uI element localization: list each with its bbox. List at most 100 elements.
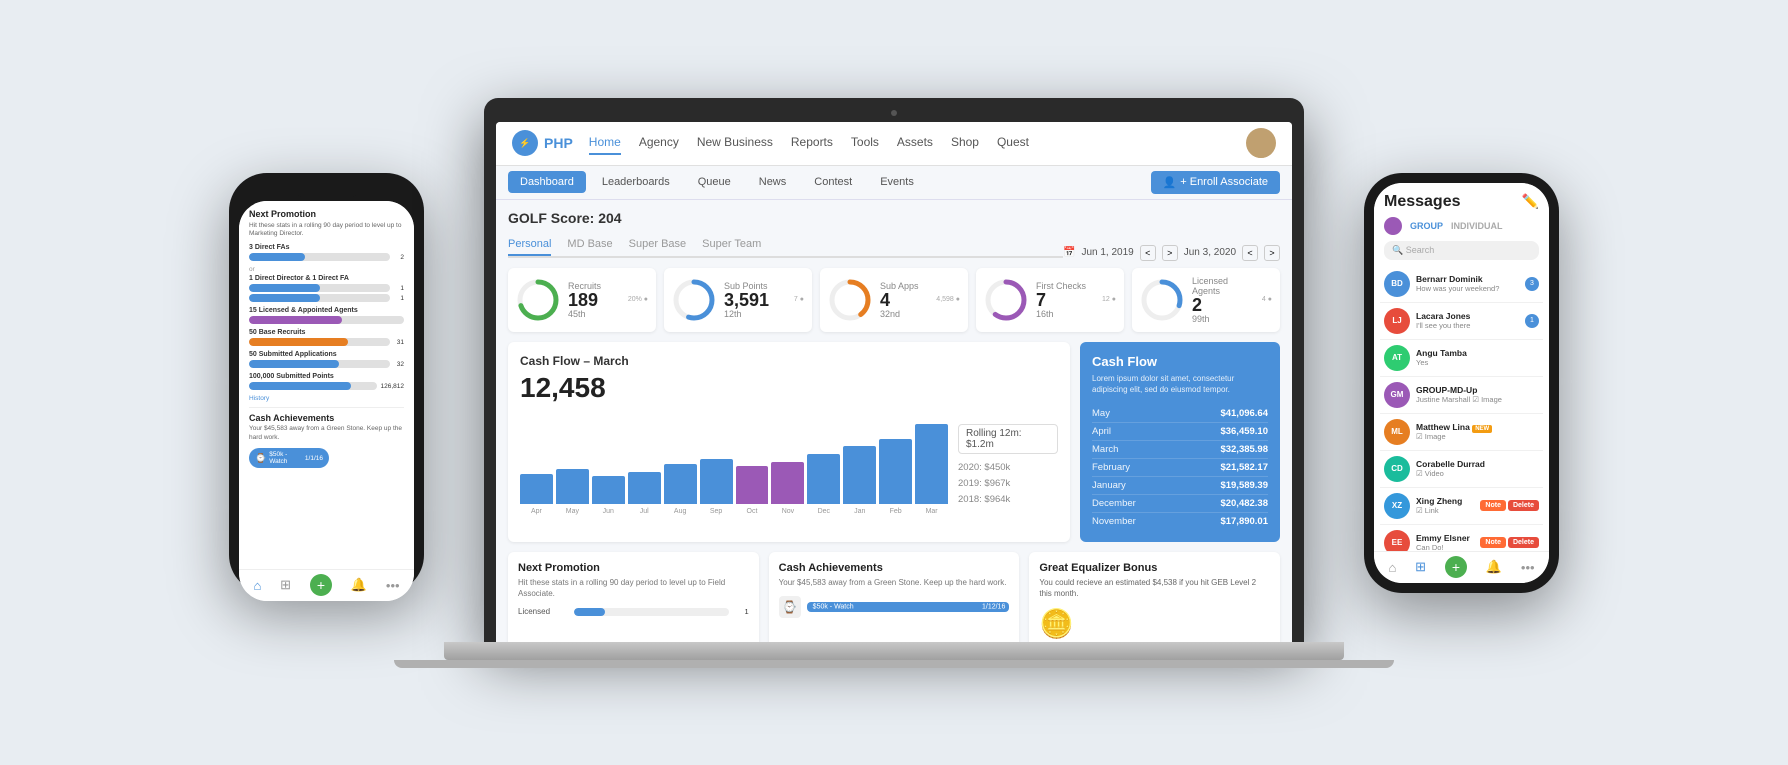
bar-label-dec: Dec: [807, 508, 840, 515]
xing-actions: Note Delete: [1480, 500, 1539, 511]
ca-title: Cash Achievements: [779, 562, 1010, 574]
search-bar[interactable]: 🔍 Search: [1384, 241, 1539, 260]
user-avatar[interactable]: [1246, 128, 1276, 158]
left-bottom-nav: ⌂ ⊞ + 🔔 •••: [239, 569, 414, 601]
msg-body-corabelle: Corabelle Durrad ☑ Video: [1416, 459, 1539, 478]
msg-item-emmy[interactable]: EE Emmy Elsner Can Do! Note Delete: [1380, 525, 1543, 551]
left-history-link[interactable]: History: [249, 395, 404, 402]
score-tab-superteam[interactable]: Super Team: [702, 238, 761, 256]
emmy-del-btn[interactable]: Delete: [1508, 537, 1539, 548]
msg-item-xing[interactable]: XZ Xing Zheng ☑ Link Note Delete: [1380, 488, 1543, 525]
licensedagents-info: Licensed Agents 2 99th: [1192, 276, 1254, 324]
geb-title: Great Equalizer Bonus: [1039, 562, 1270, 574]
left-promo-section-1: 3 Direct FAs 2: [249, 244, 404, 261]
score-tab-superbase[interactable]: Super Base: [629, 238, 686, 256]
bar-jan: [843, 446, 876, 504]
rolling-2018: 2018: $964k: [958, 492, 1058, 508]
subpoints-donut: [672, 278, 716, 322]
right-add-button[interactable]: +: [1445, 556, 1467, 578]
nav-tools[interactable]: Tools: [851, 131, 879, 155]
firstchecks-info: First Checks 7 16th: [1036, 281, 1094, 319]
golf-header-row: GOLF Score: 204: [508, 210, 1280, 232]
edit-icon[interactable]: ✏️: [1522, 193, 1539, 210]
left-promo-section-2: 1 Direct Director & 1 Direct FA 1 1: [249, 275, 404, 302]
right-more-icon[interactable]: •••: [1521, 560, 1535, 575]
recruits-target: 20% ●: [628, 296, 648, 303]
emmy-note-btn[interactable]: Note: [1480, 537, 1506, 548]
score-tab-personal[interactable]: Personal: [508, 238, 551, 256]
date-end-prev-btn[interactable]: <: [1242, 245, 1258, 261]
sub-tabs: Dashboard Leaderboards Queue News Contes…: [496, 166, 1292, 200]
cf-month-december: December: [1092, 498, 1136, 509]
subapps-info: Sub Apps 4 32nd: [880, 281, 928, 319]
left-home-icon[interactable]: ⌂: [253, 578, 261, 593]
tab-events[interactable]: Events: [868, 171, 926, 193]
left-bell-icon[interactable]: 🔔: [351, 577, 367, 593]
left-phone-content: Next Promotion Hit these stats in a roll…: [239, 201, 414, 569]
group-tab-group[interactable]: GROUP: [1410, 221, 1443, 231]
xing-del-btn[interactable]: Delete: [1508, 500, 1539, 511]
tab-dashboard[interactable]: Dashboard: [508, 171, 586, 193]
nav-agency[interactable]: Agency: [639, 131, 679, 155]
msg-preview-angu: Yes: [1416, 358, 1539, 367]
score-tab-mdbase[interactable]: MD Base: [567, 238, 612, 256]
tab-queue[interactable]: Queue: [686, 171, 743, 193]
left-promo-bar-fill-4: [249, 338, 348, 346]
date-nav: 📅 Jun 1, 2019 < > Jun 3, 2020 < >: [1063, 245, 1280, 261]
right-phone-screen: Messages ✏️ GROUP INDIVIDUAL 🔍 Search BD…: [1374, 183, 1549, 583]
cf-row-february: February $21,582.17: [1092, 459, 1268, 477]
ca-bar-label: $50k - Watch: [813, 604, 854, 611]
tab-contest[interactable]: Contest: [802, 171, 864, 193]
msg-item-angu[interactable]: AT Angu Tamba Yes: [1380, 340, 1543, 377]
tab-news[interactable]: News: [747, 171, 799, 193]
kpi-subpoints: Sub Points 3,591 12th 7 ●: [664, 268, 812, 332]
firstchecks-label: First Checks: [1036, 281, 1094, 291]
xing-note-btn[interactable]: Note: [1480, 500, 1506, 511]
right-grid-icon[interactable]: ⊞: [1415, 559, 1426, 575]
nav-quest[interactable]: Quest: [997, 131, 1029, 155]
tab-leaderboards[interactable]: Leaderboards: [590, 171, 682, 193]
msg-item-groupmd[interactable]: GM GROUP-MD-Up Justine Marshall ☑ Image: [1380, 377, 1543, 414]
left-grid-icon[interactable]: ⊞: [280, 577, 291, 593]
nav-reports[interactable]: Reports: [791, 131, 833, 155]
date-prev-btn[interactable]: <: [1140, 245, 1156, 261]
group-tab-individual[interactable]: INDIVIDUAL: [1451, 221, 1503, 231]
left-promo-bar-row-2a: 1: [249, 284, 404, 292]
nav-home[interactable]: Home: [589, 131, 621, 155]
nav-new-business[interactable]: New Business: [697, 131, 773, 155]
left-promo-label-4: 50 Base Recruits: [249, 329, 404, 336]
nav-shop[interactable]: Shop: [951, 131, 979, 155]
msg-item-corabelle[interactable]: CD Corabelle Durrad ☑ Video: [1380, 451, 1543, 488]
nav-assets[interactable]: Assets: [897, 131, 933, 155]
left-watch-label: $50k - Watch: [269, 451, 302, 465]
msg-item-matthew[interactable]: ML Matthew Lina NEW ☑ Image: [1380, 414, 1543, 451]
ca-date: 1/12/16: [982, 604, 1005, 611]
cf-amount-november: $17,890.01: [1220, 516, 1268, 527]
golf-score-label: GOLF Score: 204: [508, 210, 622, 226]
np-progress-fill: [574, 608, 605, 616]
date-next-btn[interactable]: >: [1162, 245, 1178, 261]
left-promo-label-2: 1 Direct Director & 1 Direct FA: [249, 275, 404, 282]
left-promo-label-1: 3 Direct FAs: [249, 244, 404, 251]
score-tabs-row: Personal MD Base Super Base Super Team 📅…: [508, 238, 1280, 268]
dashboard-content: GOLF Score: 204 Personal MD Base Super B…: [496, 200, 1292, 642]
bar-label-jun: Jun: [592, 508, 625, 515]
msg-preview-xing: ☑ Link: [1416, 506, 1474, 515]
bar-label-sep: Sep: [700, 508, 733, 515]
bar-jun: [592, 476, 625, 504]
left-promo-bar-fill-6: [249, 382, 351, 390]
bar-label-nov: Nov: [771, 508, 804, 515]
left-add-button[interactable]: +: [310, 574, 332, 596]
msg-name-xing: Xing Zheng: [1416, 496, 1474, 506]
left-divider: [249, 407, 404, 408]
np-progress-val: 1: [735, 607, 749, 616]
np-desc: Hit these stats in a rolling 90 day peri…: [518, 577, 749, 599]
date-end-next-btn[interactable]: >: [1264, 245, 1280, 261]
right-bell-icon[interactable]: 🔔: [1486, 559, 1502, 575]
cf-month-april: April: [1092, 426, 1111, 437]
left-promo-bar-fill-2a: [249, 284, 320, 292]
msg-item-bernarr[interactable]: BD Bernarr Dominik How was your weekend?…: [1380, 266, 1543, 303]
cf-row-december: December $20,482.38: [1092, 495, 1268, 513]
msg-item-lacara[interactable]: LJ Lacara Jones I'll see you there 1: [1380, 303, 1543, 340]
enroll-button[interactable]: 👤 + Enroll Associate: [1151, 171, 1280, 194]
